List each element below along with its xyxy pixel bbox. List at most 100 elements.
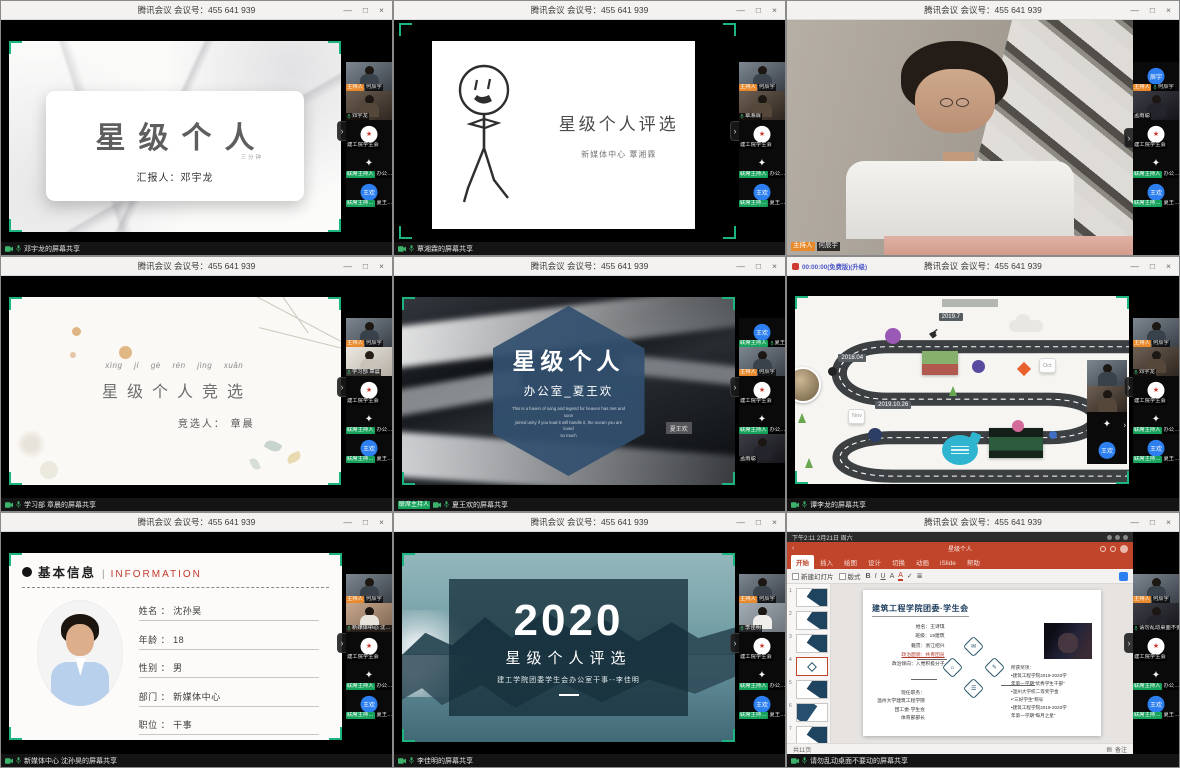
close-icon[interactable]: ×: [1166, 518, 1171, 527]
slide-thumbnail[interactable]: 7: [789, 726, 828, 743]
maximize-icon[interactable]: □: [756, 6, 761, 15]
close-icon[interactable]: ×: [772, 262, 777, 271]
title-bar[interactable]: 腾讯会议 会议号：455 641 939 —□×: [1, 1, 392, 20]
close-icon[interactable]: ×: [379, 6, 384, 15]
participant-tile[interactable]: ✦联席主持人办公…: [1133, 149, 1179, 178]
title-bar[interactable]: 腾讯会议 会议号：455 641 939 —□×: [787, 1, 1179, 20]
participant-tile[interactable]: ★建工院学生会: [1133, 120, 1179, 149]
close-icon[interactable]: ×: [379, 262, 384, 271]
participant-tile[interactable]: 学习部 章晨: [346, 347, 392, 376]
sidebar-collapse-button[interactable]: ›: [1124, 377, 1133, 397]
minimize-icon[interactable]: —: [1130, 262, 1139, 271]
search-icon[interactable]: [1110, 546, 1116, 552]
notes-label[interactable]: 备注: [1115, 745, 1127, 754]
participant-tile[interactable]: 王欢: [1087, 438, 1127, 464]
participant-tile[interactable]: 王欢联席主持…夏王…: [1133, 434, 1179, 463]
maximize-icon[interactable]: □: [1150, 6, 1155, 15]
sidebar-collapse-button[interactable]: ›: [1124, 633, 1133, 653]
minimize-icon[interactable]: —: [736, 518, 745, 527]
list-item[interactable]: 帮助: [962, 555, 985, 569]
title-bar[interactable]: 腾讯会议 会议号：455 641 939 —□×: [394, 513, 785, 532]
list-item[interactable]: 绘图: [839, 555, 862, 569]
title-bar[interactable]: 00:00:00(免费版)(升级) 腾讯会议 会议号：455 641 939 —…: [787, 257, 1179, 276]
participant-tile[interactable]: ✦联席主持人办公…: [739, 661, 785, 690]
participant-tile[interactable]: 王欢联席主持…夏王…: [739, 178, 785, 207]
participant-tile[interactable]: 孟雨聪: [739, 434, 785, 463]
participant-tile[interactable]: 邓宇龙: [1133, 347, 1179, 376]
maximize-icon[interactable]: □: [363, 6, 368, 15]
participant-tile[interactable]: 新媒体中心 沈…: [346, 603, 392, 632]
participant-tile[interactable]: [1087, 386, 1127, 412]
close-icon[interactable]: ×: [379, 518, 384, 527]
participant-tile[interactable]: 覃湘霖: [739, 91, 785, 120]
new-slide-button[interactable]: 新建幻灯片: [792, 571, 834, 581]
participant-tile[interactable]: ✦联席主持人办公…: [1133, 405, 1179, 434]
layout-button[interactable]: 版式: [839, 571, 861, 581]
participant-tile[interactable]: 李佳明: [739, 603, 785, 632]
slide-thumbnail[interactable]: 1: [789, 588, 828, 607]
maximize-icon[interactable]: □: [1150, 262, 1155, 271]
recording-indicator[interactable]: 00:00:00(免费版)(升级): [787, 262, 867, 271]
sidebar-collapse-button[interactable]: ›: [1124, 128, 1133, 148]
participant-tile[interactable]: ★建工院学生会: [1133, 632, 1179, 661]
participant-tile[interactable]: 主持人何辰宇: [1133, 318, 1179, 347]
participant-tile[interactable]: ✦联席主持人办公…: [346, 405, 392, 434]
participant-tile[interactable]: ★建工院学生会: [346, 120, 392, 149]
format-buttons[interactable]: BIUAA✓≣: [866, 572, 923, 581]
sidebar-collapse-button[interactable]: ›: [337, 633, 346, 653]
sidebar-collapse-button[interactable]: ›: [730, 633, 739, 653]
maximize-icon[interactable]: □: [363, 262, 368, 271]
slide-thumbnail[interactable]: 5: [789, 680, 828, 699]
participant-tile[interactable]: 主持人何辰宇: [1133, 574, 1179, 603]
slide-thumbnail[interactable]: 3: [789, 634, 828, 653]
slide-thumbnail[interactable]: 2: [789, 611, 828, 630]
title-bar[interactable]: 腾讯会议 会议号：455 641 939 —□×: [394, 1, 785, 20]
participant-tile[interactable]: 主持人何辰宇: [739, 62, 785, 91]
participant-tile[interactable]: 王欢联席主持…夏王…: [1133, 178, 1179, 207]
list-item[interactable]: 开始: [791, 555, 814, 569]
participant-tile[interactable]: 主持人何辰宇: [739, 574, 785, 603]
list-item[interactable]: 插入: [815, 555, 838, 569]
participant-tile[interactable]: 王欢联席主持…夏王…: [1133, 690, 1179, 719]
minimize-icon[interactable]: —: [343, 518, 352, 527]
list-item[interactable]: 设计: [863, 555, 886, 569]
participant-tile[interactable]: 孟雨聪: [1133, 91, 1179, 120]
title-bar[interactable]: 腾讯会议 会议号：455 641 939 —□×: [394, 257, 785, 276]
slide-thumbnail[interactable]: 4: [789, 657, 828, 676]
participant-tile[interactable]: ✦联席主持人办公…: [739, 405, 785, 434]
participant-tile[interactable]: 王欢联席主持…夏王…: [346, 690, 392, 719]
slide-editor[interactable]: 建筑工程学院团委·学生会 姓名：王诗琪班级：19建筑籍贯：浙江绍兴政治面貌：共青…: [863, 590, 1101, 736]
participant-tile[interactable]: ✦联席主持人办公…: [346, 661, 392, 690]
account-avatar[interactable]: [1120, 545, 1128, 553]
close-icon[interactable]: ×: [1166, 6, 1171, 15]
close-icon[interactable]: ×: [772, 6, 777, 15]
title-bar[interactable]: 腾讯会议 会议号：455 641 939 —□×: [1, 257, 392, 276]
participant-tile[interactable]: ✦联席主持人办公…: [739, 149, 785, 178]
participant-tile[interactable]: 王欢联席主持…夏王…: [739, 690, 785, 719]
participant-tile[interactable]: ✦›: [1087, 412, 1127, 438]
participant-tile[interactable]: [1087, 360, 1127, 386]
participant-tile[interactable]: ★建工院学生会: [346, 376, 392, 405]
participant-tile[interactable]: ★建工院学生会: [739, 120, 785, 149]
participant-tile[interactable]: 邓宇龙: [346, 91, 392, 120]
list-item[interactable]: 切换: [887, 555, 910, 569]
sidebar-collapse-button[interactable]: ›: [337, 377, 346, 397]
close-icon[interactable]: ×: [772, 518, 777, 527]
minimize-icon[interactable]: —: [1130, 6, 1139, 15]
notes-icon[interactable]: ▤: [1106, 746, 1112, 753]
paint-icon[interactable]: [1119, 572, 1128, 581]
participant-tile[interactable]: ★建工院学生会: [739, 376, 785, 405]
close-icon[interactable]: ×: [1166, 262, 1171, 271]
maximize-icon[interactable]: □: [756, 262, 761, 271]
slide-thumbnail[interactable]: 6: [789, 703, 828, 722]
sidebar-collapse-button[interactable]: ›: [337, 121, 346, 141]
participant-tile[interactable]: 主持人何辰宇: [346, 62, 392, 91]
minimize-icon[interactable]: —: [343, 262, 352, 271]
list-item[interactable]: iSlide: [935, 558, 961, 569]
list-item[interactable]: 动画: [911, 555, 934, 569]
participant-tile[interactable]: 王欢联席主持人夏王…: [739, 318, 785, 347]
participant-tile[interactable]: 主持人何辰宇: [346, 318, 392, 347]
participant-tile[interactable]: 主持人何辰宇: [346, 574, 392, 603]
participant-tile[interactable]: ✦联席主持人办公…: [346, 149, 392, 178]
panel-chevron-icon[interactable]: ›: [1123, 421, 1126, 430]
